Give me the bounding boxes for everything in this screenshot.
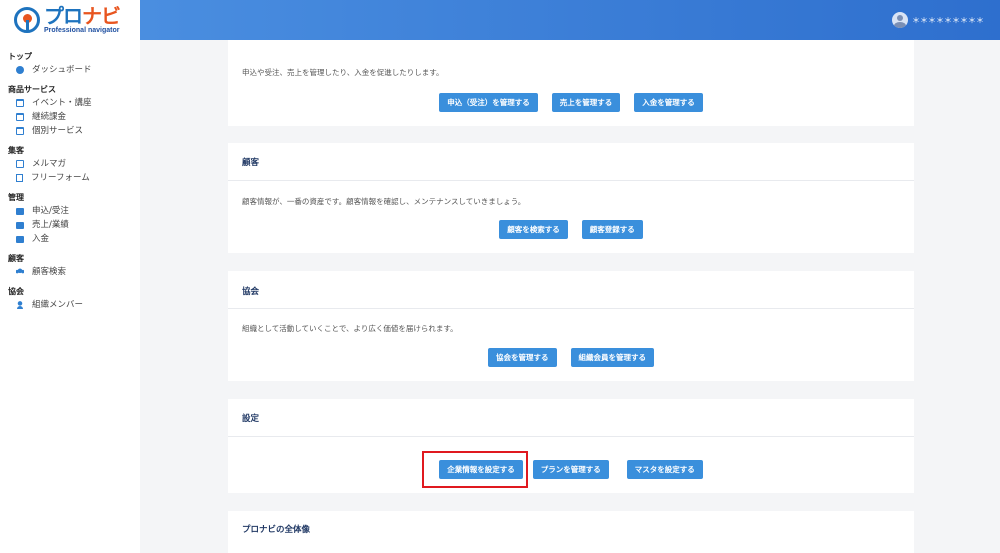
avatar-icon (892, 12, 908, 28)
nav-section-marketing: 集客 (8, 146, 24, 155)
logo-title-a: プロ (44, 4, 83, 28)
logo-title-b: ナビ (82, 4, 121, 28)
nav-section-management: 管理 (8, 193, 24, 202)
card-description: 申込や受注、売上を管理したり、入金を促進したりします。 (242, 68, 444, 77)
calendar-icon (16, 127, 24, 135)
dashboard-icon (16, 66, 24, 74)
briefcase-icon (16, 207, 24, 215)
sidebar-item-label: 継続課金 (32, 112, 67, 122)
sidebar-item-label: 入金 (32, 234, 50, 244)
calendar-icon (16, 99, 24, 107)
card-title: 協会 (242, 287, 260, 297)
sidebar-item-subscription[interactable]: 継続課金 (0, 110, 140, 124)
user-icon (16, 301, 24, 309)
card-description: 組織として活動していくことで、より広く価値を届けられます。 (242, 324, 458, 333)
card-overview: プロナビの全体像 (228, 511, 914, 553)
register-customer-button[interactable]: 顧客登録する (581, 220, 643, 239)
sidebar-item-label: 組織メンバー (32, 300, 84, 310)
sidebar-item-mailmag[interactable]: メルマガ (0, 157, 140, 171)
user-name: ＊＊＊＊＊＊＊＊＊ (912, 15, 984, 25)
card-customers: 顧客 顧客情報が、一番の資産です。顧客情報を確認し、メンテナンスしていきましょう… (228, 143, 914, 253)
manage-sales-button[interactable]: 売上を管理する (551, 93, 621, 112)
sidebar-item-dashboard[interactable]: ダッシュボード (0, 63, 140, 77)
manage-payments-button[interactable]: 入金を管理する (634, 93, 703, 112)
briefcase-icon (16, 221, 24, 229)
sidebar-item-freeform[interactable]: フリーフォーム (0, 171, 140, 185)
card-title: プロナビの全体像 (242, 525, 311, 535)
briefcase-icon (16, 235, 24, 243)
nav-section-top: トップ (8, 52, 32, 61)
card-description: 顧客情報が、一番の資産です。顧客情報を確認し、メンテナンスしていきましょう。 (242, 197, 526, 206)
nav-section-association: 協会 (8, 287, 24, 296)
master-settings-button[interactable]: マスタを設定する (626, 460, 703, 479)
card-title: 設定 (242, 414, 260, 424)
manage-association-button[interactable]: 協会を管理する (488, 348, 557, 367)
search-customers-button[interactable]: 顧客を検索する (499, 220, 568, 239)
sidebar-item-orders[interactable]: 申込/受注 (0, 204, 140, 218)
nav-section-customers: 顧客 (8, 254, 24, 263)
sidebar-item-individual-service[interactable]: 個別サービス (0, 124, 140, 138)
app-logo[interactable]: プロナビ Professional navigator (0, 0, 140, 40)
top-header: ＊＊＊＊＊＊＊＊＊ (140, 0, 1000, 40)
card-management: 申込や受注、売上を管理したり、入金を促進したりします。 申込（受注）を管理する … (228, 40, 914, 126)
sidebar-item-label: 個別サービス (32, 126, 84, 136)
sidebar-item-label: イベント・講座 (32, 98, 92, 108)
sidebar-item-label: 売上/業績 (32, 220, 69, 230)
sidebar-item-label: メルマガ (32, 159, 67, 169)
sidebar-item-customer-search[interactable]: 顧客検索 (0, 265, 140, 279)
sidebar-item-label: ダッシュボード (32, 65, 92, 75)
form-icon (16, 174, 23, 182)
sidebar-item-label: 顧客検索 (32, 267, 67, 277)
sidebar-item-events[interactable]: イベント・講座 (0, 96, 140, 110)
sidebar: プロナビ Professional navigator トップ ダッシュボード … (0, 0, 140, 553)
sidebar-item-payments[interactable]: 入金 (0, 232, 140, 246)
manage-members-button[interactable]: 組織会員を管理する (570, 348, 654, 367)
users-icon (16, 268, 24, 276)
mail-icon (16, 160, 24, 168)
card-title: 顧客 (242, 158, 260, 168)
user-menu[interactable]: ＊＊＊＊＊＊＊＊＊ (892, 12, 984, 28)
nav-section-products: 商品サービス (8, 85, 56, 94)
logo-icon (14, 7, 40, 33)
highlight-box (422, 451, 528, 488)
card-settings: 設定 企業情報を設定する プランを管理する マスタを設定する (228, 399, 914, 493)
card-association: 協会 組織として活動していくことで、より広く価値を届けられます。 協会を管理する… (228, 271, 914, 381)
manage-orders-button[interactable]: 申込（受注）を管理する (439, 93, 538, 112)
sidebar-item-members[interactable]: 組織メンバー (0, 298, 140, 312)
sidebar-item-sales[interactable]: 売上/業績 (0, 218, 140, 232)
manage-plans-button[interactable]: プランを管理する (532, 460, 609, 479)
sidebar-item-label: フリーフォーム (31, 173, 90, 183)
sidebar-item-label: 申込/受注 (32, 206, 69, 216)
logo-subtitle: Professional navigator (44, 27, 120, 34)
calendar-icon (16, 113, 24, 121)
